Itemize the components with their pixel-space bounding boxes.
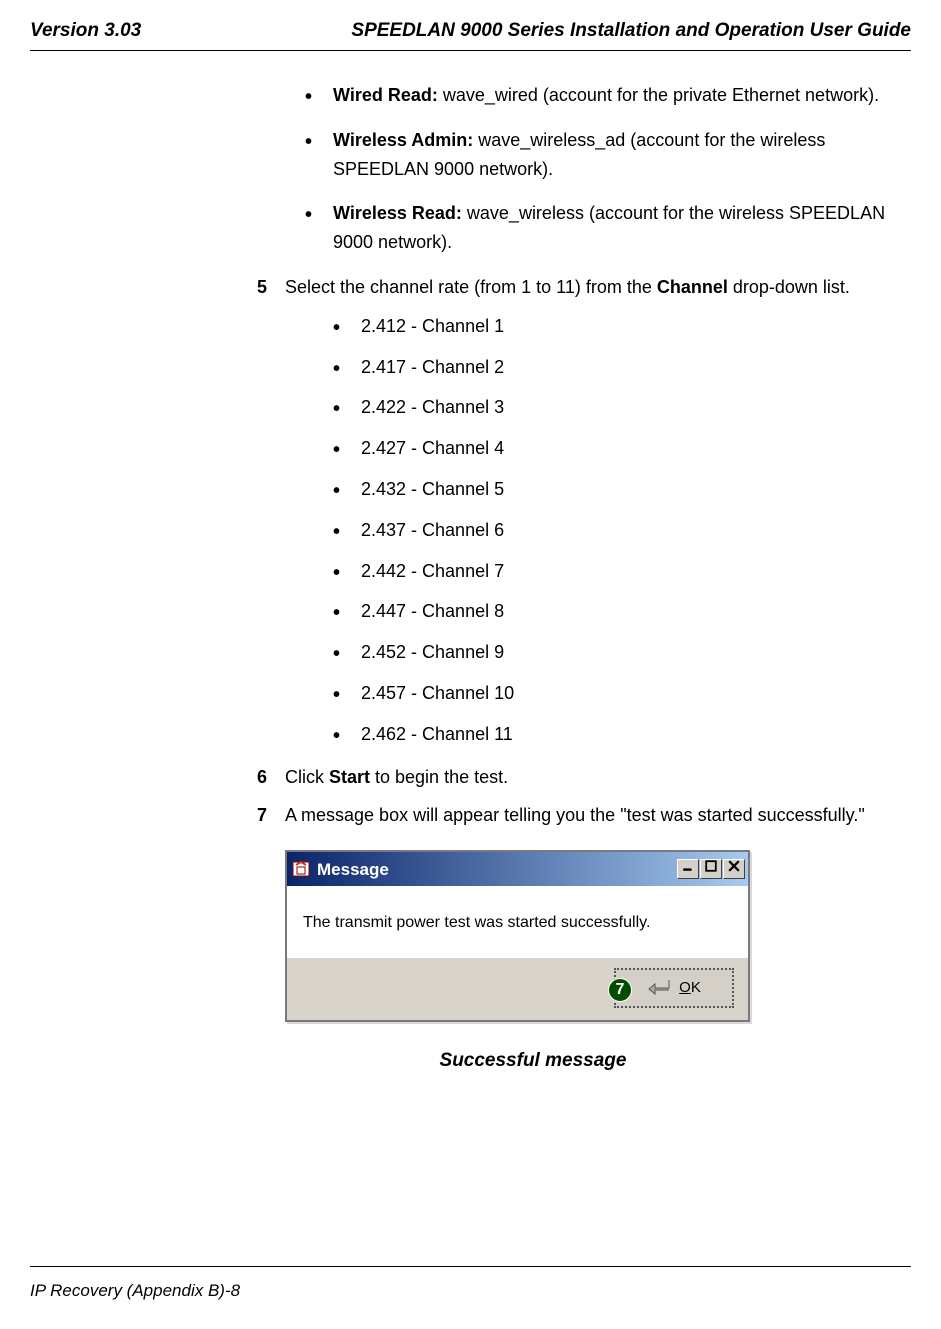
step-body: Click Start to begin the test. (285, 763, 911, 792)
document-title: SPEEDLAN 9000 Series Installation and Op… (351, 20, 911, 42)
window-controls (677, 859, 745, 879)
ok-label: OK (679, 976, 701, 1000)
list-item: 2.422 - Channel 3 (333, 393, 911, 422)
step-text: Select the channel rate (from 1 to 11) f… (285, 277, 657, 297)
list-item: 2.462 - Channel 11 (333, 720, 911, 749)
step-number: 5 (245, 273, 285, 302)
step-body: Select the channel rate (from 1 to 11) f… (285, 273, 911, 302)
step-text: drop-down list. (728, 277, 850, 297)
step-bold: Start (329, 767, 370, 787)
dialog-message: The transmit power test was started succ… (287, 886, 748, 958)
step-text: Click (285, 767, 329, 787)
list-item: 2.427 - Channel 4 (333, 434, 911, 463)
step-text: to begin the test. (370, 767, 508, 787)
ok-button[interactable]: 7 OK (614, 968, 734, 1008)
return-arrow-icon (647, 978, 671, 998)
bullet-label: Wireless Read: (333, 203, 462, 223)
list-item: 2.447 - Channel 8 (333, 597, 911, 626)
app-icon (291, 859, 311, 879)
dialog-footer: 7 OK (287, 958, 748, 1020)
list-item: 2.412 - Channel 1 (333, 312, 911, 341)
message-dialog: Message The transmit power test was star… (285, 850, 750, 1022)
step-number: 6 (245, 763, 285, 792)
list-item: Wired Read: wave_wired (account for the … (305, 81, 911, 110)
page-content: Wired Read: wave_wired (account for the … (30, 81, 911, 1076)
dialog-figure: Message The transmit power test was star… (285, 850, 911, 1022)
list-item: 2.417 - Channel 2 (333, 353, 911, 382)
dialog-title: Message (317, 856, 389, 883)
list-item: 2.442 - Channel 7 (333, 557, 911, 586)
dialog-titlebar: Message (287, 852, 748, 886)
account-bullet-list: Wired Read: wave_wired (account for the … (245, 81, 911, 257)
step-bold: Channel (657, 277, 728, 297)
callout-badge: 7 (608, 978, 632, 1002)
step-5: 5 Select the channel rate (from 1 to 11)… (245, 273, 911, 302)
version-label: Version 3.03 (30, 20, 141, 42)
page-header: Version 3.03 SPEEDLAN 9000 Series Instal… (30, 20, 911, 51)
list-item: Wireless Read: wave_wireless (account fo… (305, 199, 911, 257)
close-button[interactable] (723, 859, 745, 879)
bullet-label: Wireless Admin: (333, 130, 473, 150)
minimize-button[interactable] (677, 859, 699, 879)
channel-list: 2.412 - Channel 1 2.417 - Channel 2 2.42… (245, 312, 911, 749)
bullet-text: wave_wired (account for the private Ethe… (438, 85, 879, 105)
figure-caption: Successful message (245, 1046, 911, 1076)
list-item: 2.452 - Channel 9 (333, 638, 911, 667)
list-item: 2.437 - Channel 6 (333, 516, 911, 545)
bullet-label: Wired Read: (333, 85, 438, 105)
step-body: A message box will appear telling you th… (285, 801, 911, 830)
step-7: 7 A message box will appear telling you … (245, 801, 911, 830)
list-item: Wireless Admin: wave_wireless_ad (accoun… (305, 126, 911, 184)
step-number: 7 (245, 801, 285, 830)
list-item: 2.457 - Channel 10 (333, 679, 911, 708)
page-footer: IP Recovery (Appendix B)-8 (30, 1266, 911, 1301)
step-6: 6 Click Start to begin the test. (245, 763, 911, 792)
list-item: 2.432 - Channel 5 (333, 475, 911, 504)
titlebar-left: Message (291, 856, 389, 883)
maximize-button[interactable] (700, 859, 722, 879)
